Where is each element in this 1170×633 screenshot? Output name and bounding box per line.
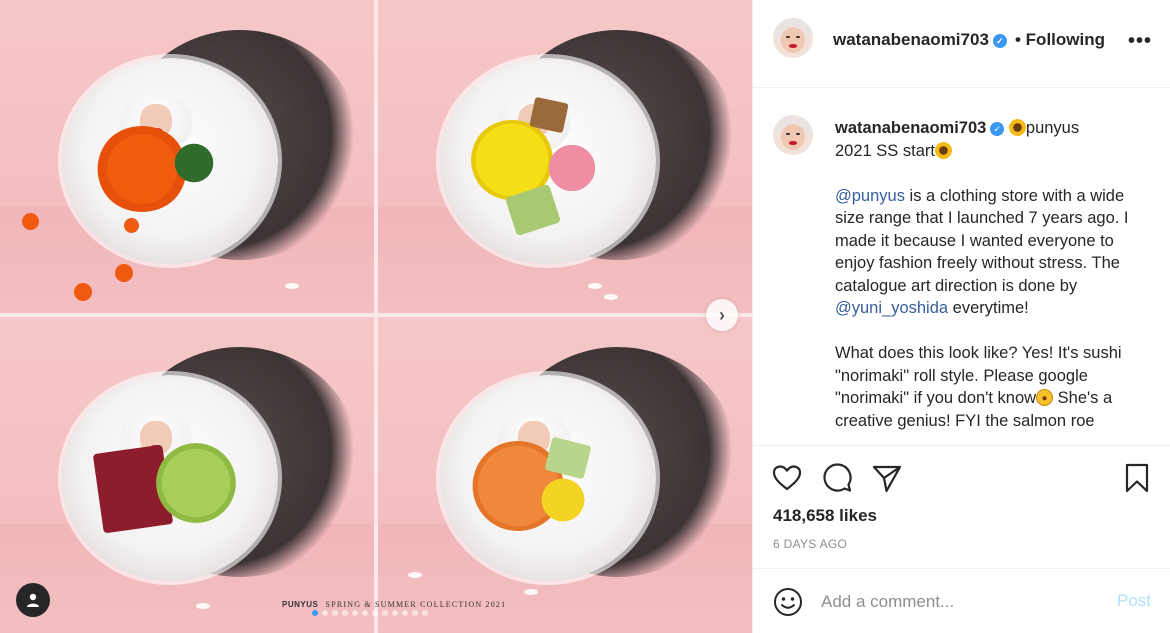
post-side-panel: watanabenaomi703 ✓ • Following ••• watana…: [752, 0, 1170, 633]
like-count[interactable]: 418,658 likes: [773, 506, 877, 526]
header-username[interactable]: watanabenaomi703 ✓: [833, 30, 1007, 50]
post-actions: 418,658 likes 6 DAYS AGO: [753, 445, 1170, 575]
sunflower-emoji-icon: [1008, 119, 1026, 136]
carousel-dot: [352, 610, 358, 616]
more-options-icon[interactable]: •••: [1128, 30, 1152, 53]
carousel-dot: [402, 610, 408, 616]
comment-input[interactable]: [821, 589, 1091, 615]
photo-panel-oranges: [0, 0, 374, 313]
username-link[interactable]: watanabenaomi703: [833, 30, 989, 49]
caption-line1: punyus: [1025, 119, 1080, 137]
verified-badge-icon: ✓: [990, 122, 1005, 136]
comment-form: Post: [753, 568, 1170, 633]
carousel-indicator: [312, 610, 428, 616]
chevron-right-icon: ›: [719, 304, 725, 325]
carousel-dot: [332, 610, 338, 616]
carousel-dot: [392, 610, 398, 616]
sunflower-emoji-icon: [934, 141, 952, 159]
mention-punyus[interactable]: @punyus: [835, 187, 905, 205]
bookmark-icon[interactable]: [1121, 462, 1153, 494]
caption-avatar[interactable]: [773, 115, 813, 155]
comment-icon[interactable]: [821, 462, 853, 494]
caption-line2: 2021 SS start: [835, 141, 935, 160]
post-caption: watanabenaomi703 ✓ punyus 2021 SS start @…: [835, 117, 1135, 445]
carousel-dot: [382, 610, 388, 616]
carousel-dot: [362, 610, 368, 616]
photo-panel-yellow-flowers: [378, 0, 752, 313]
carousel-dot: [312, 610, 318, 616]
post-media-carousel[interactable]: PUNYUS SPRING & SUMMER COLLECTION 2021 ›: [0, 0, 752, 633]
rofl-emoji-icon: [1036, 389, 1054, 406]
tagged-users-button[interactable]: [16, 583, 50, 617]
carousel-dot: [422, 610, 428, 616]
photo-panel-green-hydrangea: [0, 317, 374, 630]
collage-divider-horizontal: [0, 313, 752, 317]
avatar[interactable]: [773, 18, 813, 58]
caption-paragraph-1-end: everytime!: [948, 299, 1029, 317]
carousel-dot: [412, 610, 418, 616]
carousel-dot: [342, 610, 348, 616]
post-header: watanabenaomi703 ✓ • Following •••: [753, 0, 1170, 88]
brand-name: PUNYUS: [282, 600, 319, 609]
photo-panel-orange-roses: [378, 317, 752, 630]
carousel-dot: [322, 610, 328, 616]
heart-icon[interactable]: [771, 462, 803, 494]
collection-title: SPRING & SUMMER COLLECTION 2021: [325, 600, 507, 609]
brand-caption: PUNYUS SPRING & SUMMER COLLECTION 2021: [282, 600, 506, 609]
mention-yuni-yoshida[interactable]: @yuni_yoshida: [835, 299, 948, 317]
post-timestamp[interactable]: 6 DAYS AGO: [773, 537, 847, 551]
share-icon[interactable]: [871, 462, 903, 494]
following-button[interactable]: • Following: [1015, 30, 1105, 50]
emoji-picker-icon[interactable]: [773, 587, 803, 617]
next-slide-button[interactable]: ›: [706, 299, 738, 331]
carousel-dot: [372, 610, 378, 616]
user-icon: [27, 593, 39, 607]
caption-username[interactable]: watanabenaomi703: [835, 119, 986, 137]
verified-badge-icon: ✓: [992, 34, 1007, 48]
post-comment-button[interactable]: Post: [1117, 591, 1151, 611]
caption-scroll-area[interactable]: watanabenaomi703 ✓ punyus 2021 SS start @…: [753, 89, 1170, 445]
